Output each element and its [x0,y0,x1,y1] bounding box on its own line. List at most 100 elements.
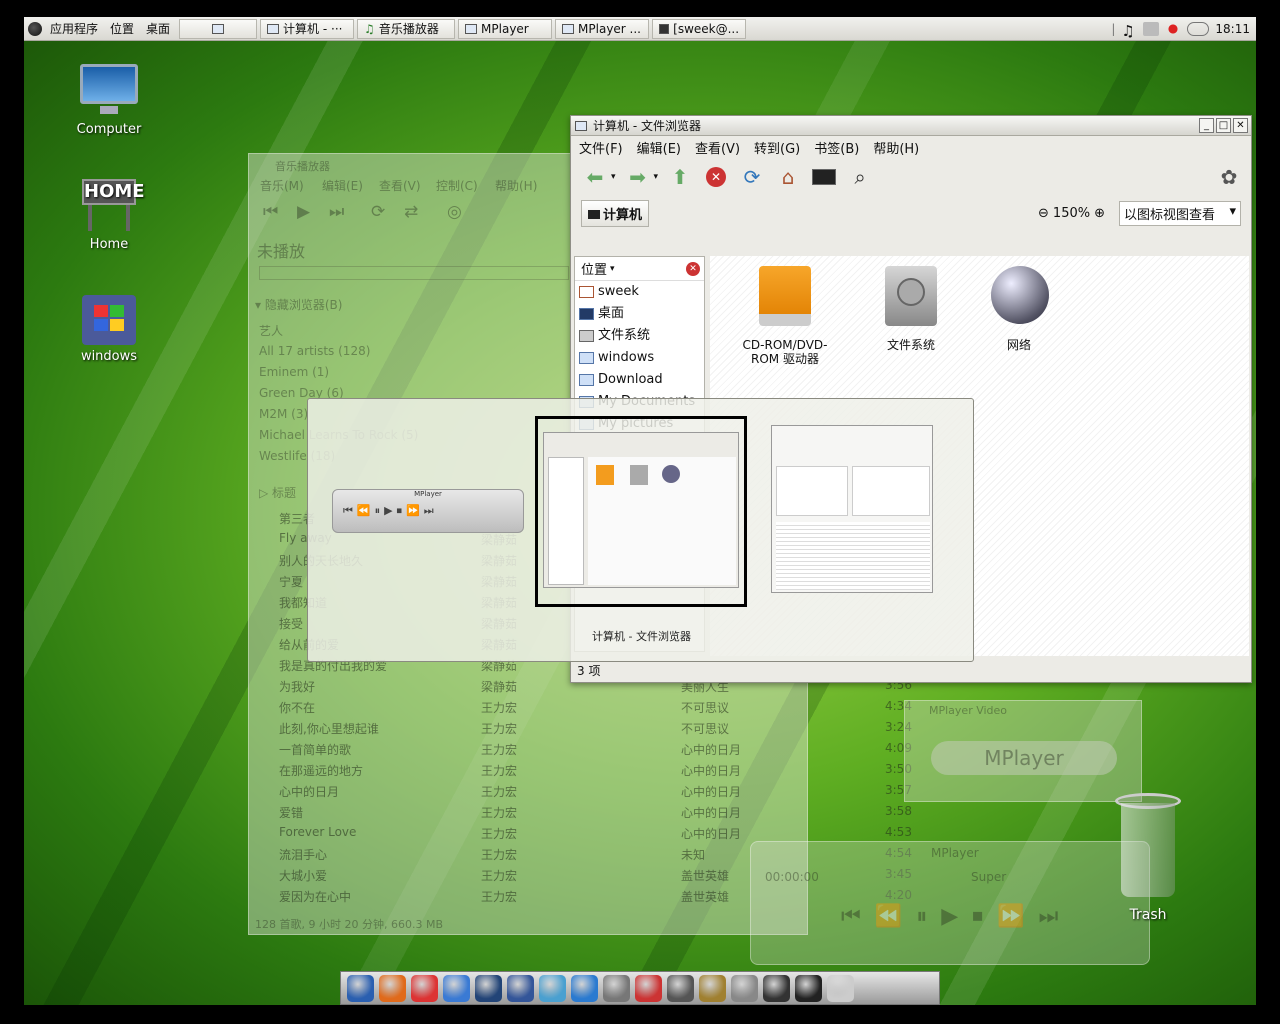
zoom-out-icon[interactable]: ⊖ [1038,206,1049,221]
terminal-icon[interactable] [763,974,790,1002]
gnome-foot-icon[interactable] [28,21,42,36]
task-music-player[interactable]: ♫ 音乐播放器 [357,18,456,39]
visualize-icon[interactable]: ◎ [447,202,462,222]
track-row[interactable]: 一首简单的歌 王力宏 心中的日月 4:09 [249,737,912,758]
minimize-button[interactable]: _ [1199,118,1214,133]
firefox-icon[interactable] [347,974,374,1002]
menu-help[interactable]: 帮助(H) [495,177,537,194]
close-pane-icon[interactable]: ✕ [686,261,700,276]
track-row[interactable]: 你不在 王力宏 不可思议 4:34 [249,695,912,716]
finder-icon[interactable] [731,974,758,1002]
task-mplayer[interactable]: MPlayer [458,18,553,39]
desktop-icon-windows[interactable]: windows [64,289,154,364]
menu-help[interactable]: 帮助(H) [873,138,919,157]
place-item[interactable]: Download [575,369,704,391]
thumbnail-file-browser[interactable] [543,432,739,588]
thumbnail-mplayer[interactable]: MPlayer ⏮⏪⏸▶⏹⏩⏭ [332,489,524,533]
side-pane-header[interactable]: 位置 ▾ ✕ [575,257,704,281]
menu-bookmarks[interactable]: 书签(B) [814,138,859,157]
item-filesystem[interactable]: 文件系统 [856,264,966,352]
home-icon[interactable]: ⌂ [774,163,802,191]
progress-slider[interactable] [259,266,569,280]
track-row[interactable]: 心中的日月 王力宏 心中的日月 3:57 [249,779,912,800]
playback-controls[interactable]: ⏮⏪⏸▶⏹⏩⏭ [841,904,1072,929]
item-network[interactable]: 网络 [964,264,1074,352]
place-item[interactable]: sweek [575,281,704,303]
task-terminal[interactable]: [sweek@... [652,18,747,39]
reload-icon[interactable]: ⟳ [738,163,766,191]
browser-expander[interactable]: ▾ 隐藏浏览器(B) [255,296,342,313]
mixer-icon[interactable] [795,974,822,1002]
show-desktop-button[interactable] [179,18,258,39]
menu-desktop[interactable]: 桌面 [140,17,176,41]
repeat-icon[interactable]: ⟳ [371,202,385,222]
menu-control[interactable]: 控制(C) [436,177,478,194]
place-item[interactable]: 桌面 [575,303,704,325]
music-applet-icon[interactable]: ♫ [1121,22,1137,40]
forward-icon[interactable]: ➡ [624,163,652,191]
place-item[interactable]: windows [575,347,704,369]
desktop-icon-home[interactable]: HOME Home [64,177,154,252]
view-mode-select[interactable]: 以图标视图查看 ▾ [1119,200,1241,226]
back-history-icon[interactable]: ▾ [611,172,616,182]
track-row[interactable]: 在那遥远的地方 王力宏 心中的日月 3:50 [249,758,912,779]
zoom-level[interactable]: 150% [1053,206,1090,221]
qq-icon[interactable] [411,974,438,1002]
menu-music[interactable]: 音乐(M) [260,177,304,194]
previous-icon[interactable]: ⏮ [263,202,278,222]
menu-places[interactable]: 位置 [104,17,140,41]
thumbnail-music-player[interactable] [771,425,933,593]
title-bar[interactable]: 计算机 - 文件浏览器 _ □ ✕ [571,116,1251,136]
artist-item[interactable]: Eminem (1) [259,365,329,379]
artist-item[interactable]: All 17 artists (128) [259,344,370,358]
update-notifier-icon[interactable] [1165,21,1182,36]
trash-dock-icon[interactable] [827,974,854,1002]
track-row[interactable]: 爱因为在心中 王力宏 盖世英雄 4:20 [249,884,912,905]
gimp-icon[interactable] [603,974,630,1002]
artists-column-header[interactable]: 艺人 [259,322,283,339]
writer-icon[interactable] [571,974,598,1002]
notes-icon[interactable] [699,974,726,1002]
place-item[interactable]: 文件系统 [575,325,704,347]
up-icon[interactable]: ⬆ [666,163,694,191]
artist-item[interactable]: M2M (3) [259,407,308,421]
play-icon[interactable]: ▶ [297,202,310,222]
mplayer-video-window[interactable]: MPlayer Video MPlayer [904,700,1142,802]
track-row[interactable]: 流泪手心 王力宏 未知 4:54 [249,842,912,863]
clapper-icon[interactable] [507,974,534,1002]
clock[interactable]: 18:11 [1215,22,1250,36]
track-row[interactable]: 大城小爱 王力宏 盖世英雄 3:45 [249,863,912,884]
maximize-button[interactable]: □ [1216,118,1231,133]
back-icon[interactable]: ⬅ [581,163,609,191]
gaim-icon[interactable] [443,974,470,1002]
next-icon[interactable]: ⏭ [329,202,344,222]
item-cdrom[interactable]: CD-ROM/DVD-ROM 驱动器 [730,264,840,366]
drive-applet-icon[interactable] [1143,21,1160,36]
menu-view[interactable]: 查看(V) [379,177,421,194]
track-row[interactable]: 此刻,你心里想起谁 王力宏 不可思议 3:24 [249,716,912,737]
menu-file[interactable]: 文件(F) [579,138,623,157]
menu-edit[interactable]: 编辑(E) [637,138,681,157]
media-icon[interactable] [667,974,694,1002]
menu-applications[interactable]: 应用程序 [44,17,104,41]
menu-view[interactable]: 查看(V) [695,138,740,157]
stop-icon[interactable]: ✕ [702,163,730,191]
track-row[interactable]: Forever Love 王力宏 心中的日月 4:53 [249,821,912,842]
window-menu-icon[interactable] [575,120,587,131]
close-button[interactable]: ✕ [1233,118,1248,133]
forward-history-icon[interactable]: ▾ [654,172,659,182]
menu-go[interactable]: 转到(G) [754,138,800,157]
thunderbird-icon[interactable] [475,974,502,1002]
title-column-header[interactable]: ▷ 标题 [259,484,296,501]
zoom-in-icon[interactable]: ⊕ [1094,206,1105,221]
location-button-computer[interactable]: 计算机 [581,199,650,227]
desktop-icon-computer[interactable]: Computer [64,62,154,137]
search-icon[interactable]: ⌕ [846,163,874,191]
menu-edit[interactable]: 编辑(E) [322,177,363,194]
pdf-icon[interactable] [635,974,662,1002]
toggle-icon[interactable] [1187,21,1210,36]
mplayer-control-window[interactable]: MPlayer 00:00:00 Super ⏮⏪⏸▶⏹⏩⏭ [750,841,1150,965]
computer-icon[interactable] [810,163,838,191]
task-mplayer-2[interactable]: MPlayer ... [555,18,650,39]
itunes-icon[interactable] [539,974,566,1002]
